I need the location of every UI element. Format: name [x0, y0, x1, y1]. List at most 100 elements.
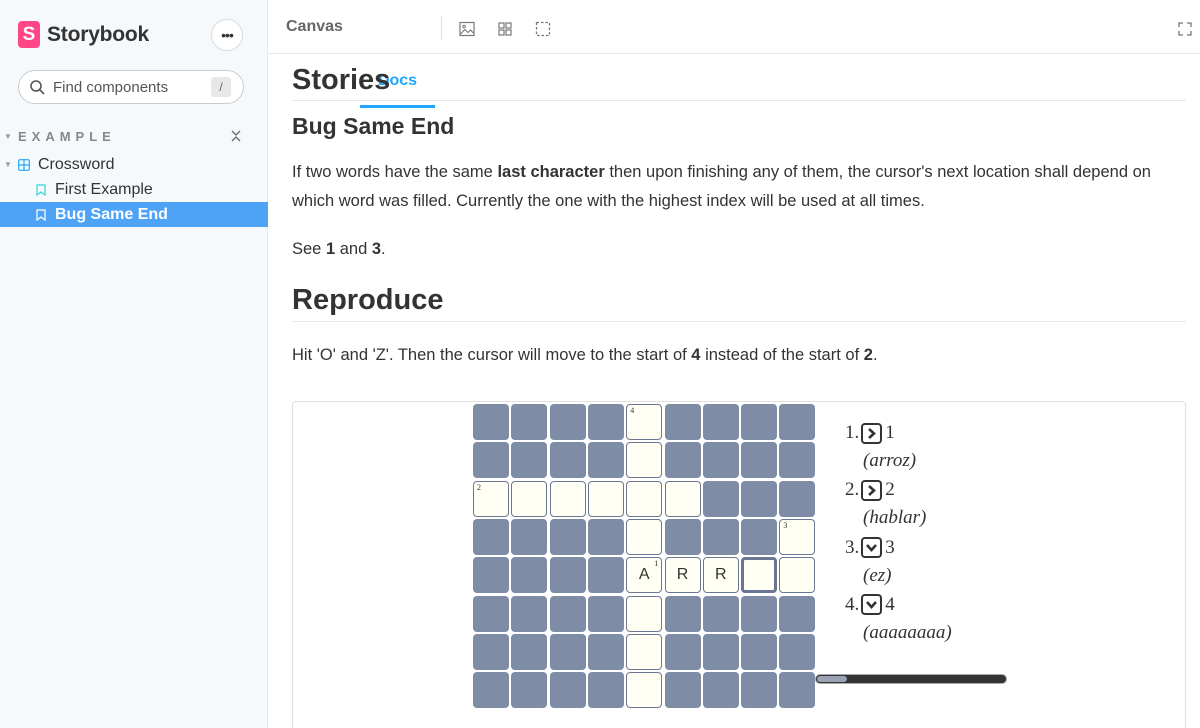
- crossword-block: [702, 518, 739, 555]
- see-paragraph: See 1 and 3.: [292, 240, 386, 258]
- crossword-block: [473, 518, 509, 555]
- crossword-block: [702, 480, 739, 517]
- story-preview: 4 2 3 1A R R 1. 1 (arroz) 2. 2 (hablar) 3. 3 (ez) 4. 4 (…: [292, 401, 1186, 728]
- crossword-cell[interactable]: 3: [779, 518, 816, 555]
- arrow-down-icon: [861, 594, 883, 616]
- crossword-cell[interactable]: [626, 442, 663, 479]
- clue-prefix: 2.: [845, 479, 860, 501]
- caret-down-icon: ▼: [4, 160, 12, 169]
- crossword-block: [664, 518, 701, 555]
- scrollbar-thumb[interactable]: [817, 676, 847, 682]
- stories-heading: Stories: [292, 64, 391, 96]
- horizontal-scrollbar[interactable]: [815, 674, 1007, 684]
- crossword-block: [587, 672, 624, 709]
- cell-letter: A: [638, 566, 650, 584]
- crossword-cell[interactable]: 2: [473, 480, 509, 517]
- clue-number: 3: [885, 536, 895, 558]
- crossword-block: [779, 480, 816, 517]
- clue-item[interactable]: 2. 2 (hablar): [845, 477, 985, 529]
- crossword-block: [741, 480, 778, 517]
- crossword-block: [779, 672, 816, 709]
- crossword-cell[interactable]: [626, 633, 663, 670]
- crossword-cell[interactable]: [664, 480, 701, 517]
- crossword-cell[interactable]: 4: [626, 404, 663, 440]
- brand-name: Storybook: [47, 22, 150, 46]
- crossword-block: [473, 404, 509, 440]
- clue-answer: (arroz): [863, 450, 917, 471]
- clue-answer: (ez): [863, 564, 892, 586]
- clue-prefix: 1.: [845, 422, 860, 443]
- crossword-cell[interactable]: [549, 480, 586, 517]
- sidebar-item-crossword[interactable]: ▼ Crossword: [0, 152, 268, 177]
- search-box[interactable]: /: [18, 70, 244, 104]
- crossword-block: [587, 518, 624, 555]
- crossword-block: [779, 595, 816, 632]
- crossword-cell[interactable]: R: [664, 557, 701, 594]
- crossword-block: [511, 672, 548, 709]
- crossword-cell[interactable]: [626, 480, 663, 517]
- sidebar-item-label: Crossword: [38, 155, 115, 173]
- crossword-cell[interactable]: [511, 480, 548, 517]
- crossword-block: [741, 672, 778, 709]
- collapse-all-icon[interactable]: [230, 129, 242, 143]
- crossword-block: [511, 404, 548, 440]
- sidebar-item-first-example[interactable]: First Example: [0, 177, 268, 202]
- grid-icon[interactable]: [497, 21, 513, 37]
- search-shortcut: /: [211, 77, 231, 97]
- search-input[interactable]: [53, 78, 203, 96]
- main-panel: Canvas Docs Stories Bug Same End If two …: [268, 0, 1200, 728]
- crossword-block: [511, 595, 548, 632]
- crossword-block: [549, 633, 586, 670]
- storybook-logo: S: [18, 21, 40, 48]
- crossword-cell[interactable]: [626, 518, 663, 555]
- crossword-block: [549, 595, 586, 632]
- crossword-block: [511, 633, 548, 670]
- crossword-block: [549, 518, 586, 555]
- clue-item[interactable]: 4. 4 (aaaaaaaa): [845, 592, 985, 644]
- divider: [292, 100, 1186, 101]
- clue-item[interactable]: 1. 1 (arroz): [845, 420, 985, 472]
- sidebar-menu-button[interactable]: •••: [211, 19, 243, 51]
- divider: [292, 321, 1186, 322]
- crossword-block: [587, 595, 624, 632]
- caret-down-icon: ▼: [4, 131, 12, 141]
- clue-item[interactable]: 3. 3 (ez): [845, 535, 985, 587]
- crossword-block: [779, 633, 816, 670]
- cell-number: 3: [783, 520, 788, 530]
- image-icon[interactable]: [459, 21, 475, 37]
- group-header-example[interactable]: ▼ EXAMPLE: [4, 127, 254, 145]
- crossword-block: [549, 672, 586, 709]
- tab-canvas[interactable]: Canvas: [286, 0, 343, 54]
- clue-answer: (aaaaaaaa): [863, 621, 952, 643]
- crossword-block: [702, 633, 739, 670]
- crossword-block: [741, 442, 778, 479]
- crossword-cell[interactable]: [626, 672, 663, 709]
- crossword-cell[interactable]: [779, 557, 816, 594]
- cell-number: 4: [630, 406, 635, 415]
- crossword-cell[interactable]: [741, 557, 778, 594]
- crossword-block: [741, 404, 778, 440]
- crossword-block: [473, 672, 509, 709]
- crossword-cell[interactable]: R: [702, 557, 739, 594]
- crossword-cell[interactable]: [587, 480, 624, 517]
- storybook-brand[interactable]: S Storybook: [18, 21, 149, 48]
- crossword-block: [587, 633, 624, 670]
- outline-icon[interactable]: [535, 21, 551, 37]
- crossword-block: [664, 595, 701, 632]
- sidebar-item-bug-same-end[interactable]: Bug Same End: [0, 202, 268, 227]
- clue-number: 1: [885, 422, 895, 443]
- crossword-cell[interactable]: [626, 595, 663, 632]
- crossword-block: [664, 442, 701, 479]
- clue-prefix: 3.: [845, 536, 860, 558]
- crossword-block: [702, 672, 739, 709]
- fullscreen-icon[interactable]: [1178, 22, 1192, 36]
- crossword-block: [587, 557, 624, 594]
- crossword-block: [549, 404, 586, 440]
- crossword-block: [511, 518, 548, 555]
- cell-number: 2: [477, 482, 481, 492]
- clue-number: 4: [885, 593, 895, 615]
- story-title: Bug Same End: [292, 113, 455, 139]
- crossword-cell[interactable]: 1A: [626, 557, 663, 594]
- crossword-block: [473, 633, 509, 670]
- crossword-block: [473, 595, 509, 632]
